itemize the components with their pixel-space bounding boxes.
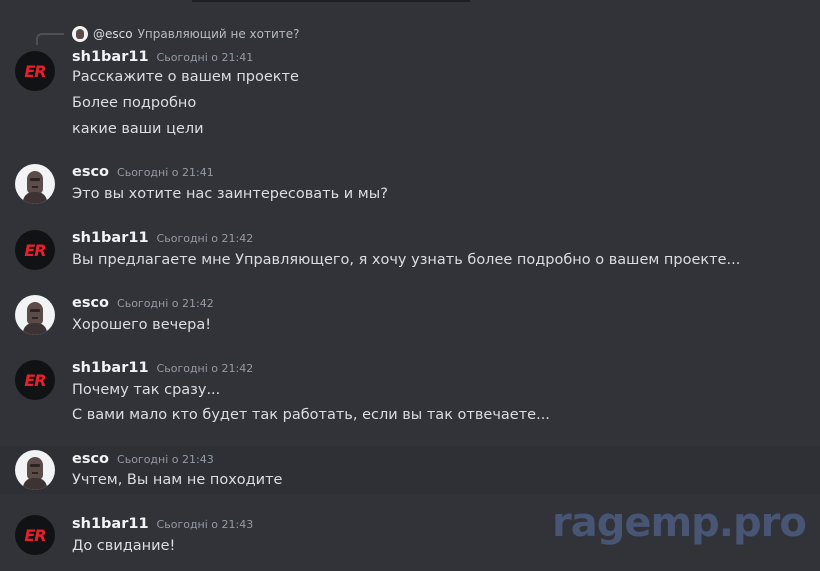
message-text: Это вы хотите нас заинтересовать и мы? xyxy=(72,186,388,202)
message-text: Более подробно xyxy=(72,95,197,111)
avatar-logo-text: ER xyxy=(24,61,46,81)
avatar-face xyxy=(27,457,43,480)
message-text: какие ваши цели xyxy=(72,121,204,137)
avatar-body xyxy=(23,192,47,204)
avatar-logo-text: ER xyxy=(24,370,46,390)
avatar-body xyxy=(23,323,47,335)
message-group: ER sh1bar11 Сьогодні о 21:42 Вы предлага… xyxy=(0,225,820,281)
message-text: До свидание! xyxy=(72,538,176,554)
message-group: ER sh1bar11 Сьогодні о 21:42 Почему так … xyxy=(0,355,820,435)
message-text: Расскажите о вашем проекте xyxy=(72,69,299,85)
username[interactable]: esco xyxy=(72,295,109,311)
message-header: sh1bar11 Сьогодні о 21:42 xyxy=(72,360,253,376)
message-group: esco Сьогодні о 21:41 Это вы хотите нас … xyxy=(0,159,820,215)
message-header: sh1bar11 Сьогодні о 21:41 xyxy=(72,49,253,65)
reply-preview[interactable]: @esco Управляющий не хотите? xyxy=(72,25,300,42)
message-group: esco Сьогодні о 21:42 Хорошего вечера! xyxy=(0,290,820,346)
timestamp: Сьогодні о 21:42 xyxy=(156,232,254,245)
timestamp: Сьогодні о 21:43 xyxy=(117,453,214,466)
esco-avatar-icon[interactable] xyxy=(15,450,55,490)
message-text: Вы предлагаете мне Управляющего, я хочу … xyxy=(72,252,741,268)
message-text: Хорошего вечера! xyxy=(72,317,212,333)
watermark: ragemp.pro xyxy=(552,500,807,546)
avatar-logo-text: ER xyxy=(24,240,46,260)
message-header: sh1bar11 Сьогодні о 21:43 xyxy=(72,516,253,532)
timestamp: Сьогодні о 21:41 xyxy=(117,166,214,179)
reply-username[interactable]: @esco xyxy=(93,27,133,41)
timestamp: Сьогодні о 21:42 xyxy=(117,297,214,310)
username[interactable]: sh1bar11 xyxy=(72,516,149,532)
avatar-logo-text: ER xyxy=(24,525,46,545)
username[interactable]: esco xyxy=(72,451,109,467)
timestamp: Сьогодні о 21:43 xyxy=(156,518,254,531)
avatar-body xyxy=(23,478,47,490)
message-text: Учтем, Вы нам не походите xyxy=(72,472,283,488)
er-logo-avatar-icon[interactable]: ER xyxy=(15,515,55,555)
message-header: esco Сьогодні о 21:42 xyxy=(72,295,214,311)
esco-avatar-icon[interactable] xyxy=(15,295,55,335)
avatar-face xyxy=(27,171,43,194)
username[interactable]: sh1bar11 xyxy=(72,49,149,65)
er-logo-avatar-icon[interactable]: ER xyxy=(15,51,55,91)
avatar-face xyxy=(27,302,43,325)
er-logo-avatar-icon[interactable]: ER xyxy=(15,360,55,400)
er-logo-avatar-icon[interactable]: ER xyxy=(15,230,55,270)
username[interactable]: sh1bar11 xyxy=(72,230,149,246)
message-group: ER sh1bar11 Сьогодні о 21:41 Расскажите … xyxy=(0,44,820,144)
esco-avatar-icon[interactable] xyxy=(15,164,55,204)
message-text: Почему так сразу... xyxy=(72,382,221,398)
timestamp: Сьогодні о 21:42 xyxy=(156,362,254,375)
username[interactable]: sh1bar11 xyxy=(72,360,149,376)
timestamp: Сьогодні о 21:41 xyxy=(156,51,254,64)
message-header: esco Сьогодні о 21:43 xyxy=(72,451,214,467)
message-header: esco Сьогодні о 21:41 xyxy=(72,164,214,180)
message-text: С вами мало кто будет так работать, если… xyxy=(72,407,550,423)
message-header: sh1bar11 Сьогодні о 21:42 xyxy=(72,230,253,246)
reply-avatar-icon xyxy=(72,25,88,42)
username[interactable]: esco xyxy=(72,164,109,180)
top-divider xyxy=(192,0,470,2)
message-group: esco Сьогодні о 21:43 Учтем, Вы нам не п… xyxy=(0,446,820,494)
reply-text: Управляющий не хотите? xyxy=(137,26,300,41)
